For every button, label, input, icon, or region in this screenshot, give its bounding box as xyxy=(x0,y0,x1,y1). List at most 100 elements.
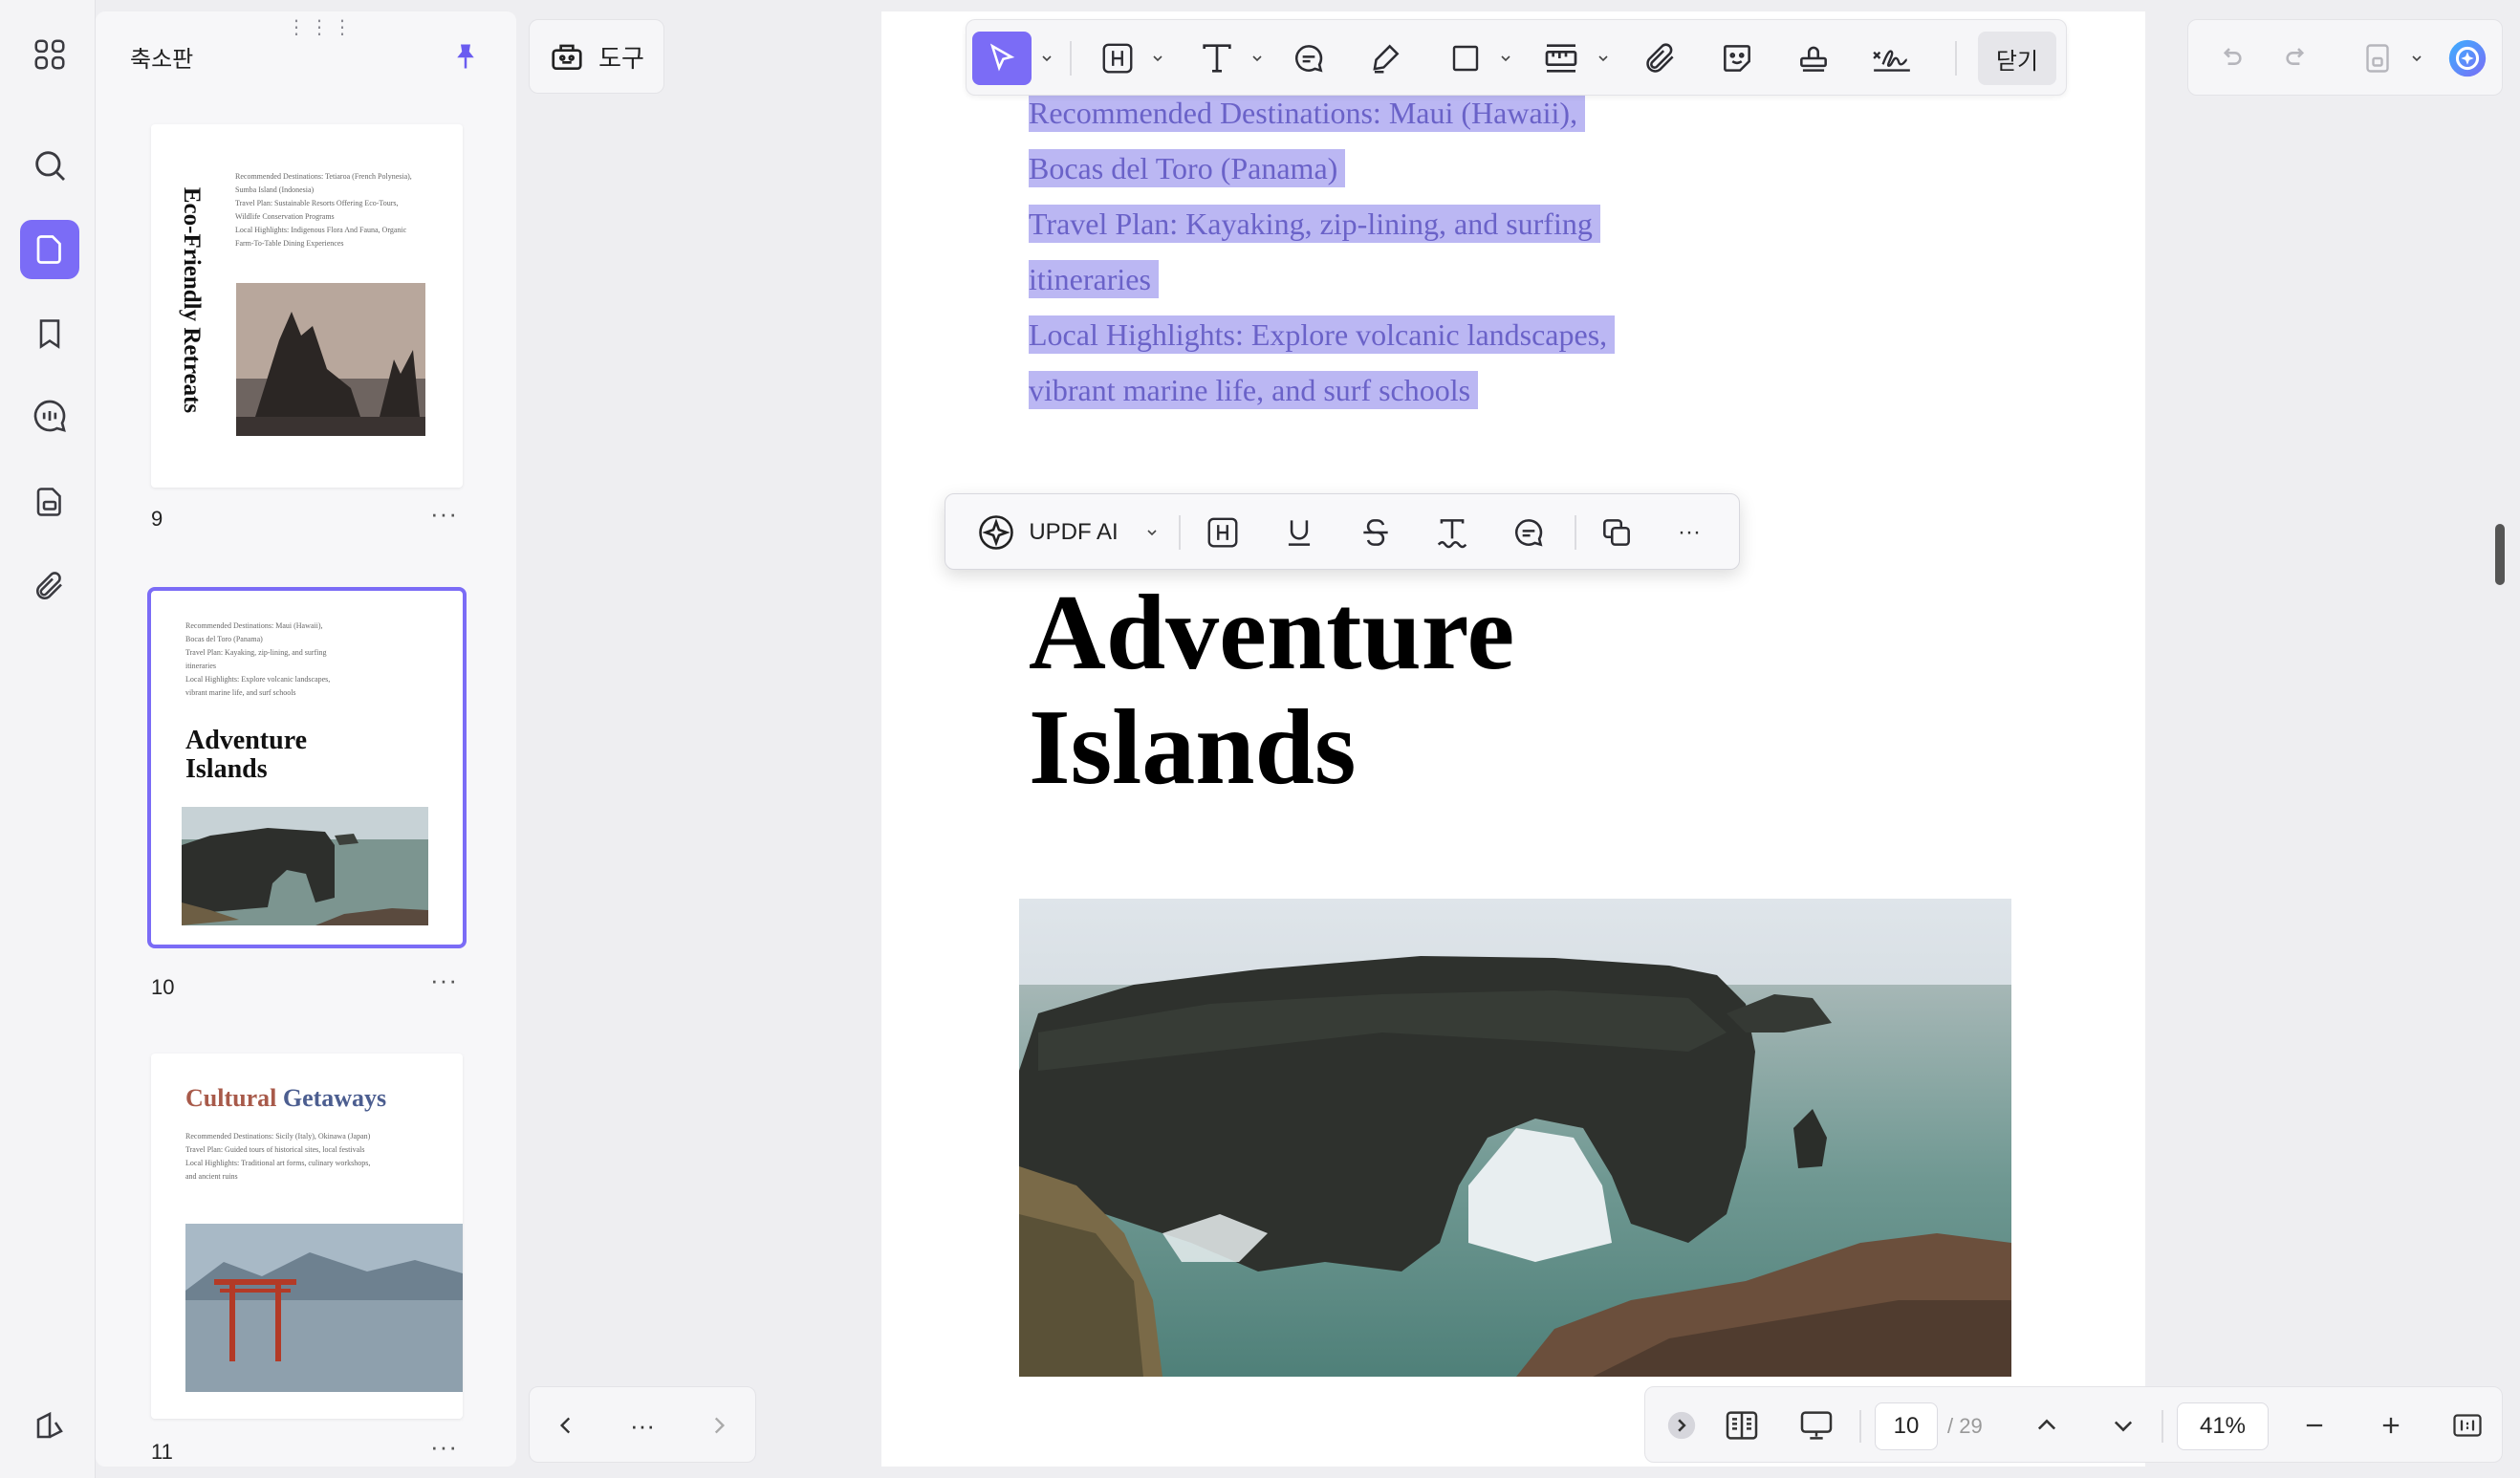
selected-text-line[interactable]: vibrant marine life, and surf schools xyxy=(1029,371,1479,409)
actual-size-icon xyxy=(2450,1408,2485,1443)
page-number: 11 xyxy=(151,1440,173,1464)
strikethrough-button[interactable] xyxy=(1349,506,1402,559)
divider xyxy=(2162,1410,2163,1443)
tools-button[interactable]: 도구 xyxy=(529,19,664,94)
undo-button[interactable] xyxy=(2200,32,2259,85)
sea-arch-image[interactable] xyxy=(1019,899,2011,1377)
stamp-tool-button[interactable] xyxy=(1787,32,1840,85)
signature-icon xyxy=(1871,39,1913,77)
divider xyxy=(1070,41,1072,76)
cursor-icon xyxy=(986,42,1018,75)
text-tool-button[interactable] xyxy=(1190,32,1244,85)
more-options-button[interactable]: ··· xyxy=(1662,506,1716,559)
presentation-icon xyxy=(1796,1406,1836,1445)
ai-sparkle-icon xyxy=(975,511,1017,554)
actual-size-button[interactable] xyxy=(2441,1399,2494,1452)
stamp-icon xyxy=(1795,40,1832,76)
zoom-in-button[interactable] xyxy=(2364,1399,2418,1452)
underline-button[interactable] xyxy=(1272,506,1326,559)
ruler-icon xyxy=(1542,39,1580,77)
chevron-down-icon xyxy=(1498,51,1513,66)
pin-icon[interactable] xyxy=(451,40,480,73)
heading-line-2[interactable]: Islands xyxy=(1029,690,1356,805)
page-number: 9 xyxy=(151,507,163,531)
ai-dropdown[interactable] xyxy=(1137,506,1167,559)
select-tool-button[interactable] xyxy=(972,32,1032,85)
thumbnail-page-10[interactable]: Recommended Destinations: Maui (Hawaii),… xyxy=(147,587,467,948)
selected-text-line[interactable]: itineraries xyxy=(1029,260,1159,298)
torii-gate-photo xyxy=(185,1224,463,1392)
selected-text-line[interactable]: Local Highlights: Explore volcanic lands… xyxy=(1029,315,1616,354)
comment-tool-button[interactable] xyxy=(1282,32,1336,85)
heading-line-1[interactable]: Adventure xyxy=(1029,576,1514,690)
next-page-button[interactable] xyxy=(2096,1399,2150,1452)
vertical-scrollbar[interactable] xyxy=(2495,524,2505,585)
selected-text-line[interactable]: Bocas del Toro (Panama) xyxy=(1029,149,1346,187)
signature-tool-button[interactable] xyxy=(1863,32,1921,85)
more-button[interactable]: ··· xyxy=(616,1399,669,1452)
attachments-panel-icon[interactable] xyxy=(20,472,79,532)
divider xyxy=(1575,515,1576,550)
shape-tool-dropdown[interactable] xyxy=(1494,32,1517,85)
bookmark-icon[interactable] xyxy=(20,304,79,363)
previous-page-button[interactable] xyxy=(2020,1399,2074,1452)
ai-assistant-button[interactable] xyxy=(2441,32,2494,85)
sea-arch-photo xyxy=(182,807,428,925)
ai-label: UPDF AI xyxy=(1029,519,1119,545)
text-tool-dropdown[interactable] xyxy=(1246,32,1269,85)
underline-icon xyxy=(1281,514,1317,551)
ai-logo-icon xyxy=(2445,36,2489,80)
search-icon[interactable] xyxy=(20,136,79,195)
presentation-button[interactable] xyxy=(1787,1399,1846,1452)
thumbnail-page-11[interactable]: Cultural Getaways Recommended Destinatio… xyxy=(151,1054,463,1419)
rectangle-icon xyxy=(1448,41,1483,76)
measure-tool-button[interactable] xyxy=(1534,32,1588,85)
thumbnails-icon[interactable] xyxy=(20,220,79,279)
highlight-button[interactable] xyxy=(1196,506,1249,559)
sticker-tool-button[interactable] xyxy=(1710,32,1764,85)
select-tool-dropdown[interactable] xyxy=(1035,32,1058,85)
highlight-tool-button[interactable] xyxy=(1091,32,1144,85)
selected-text-line[interactable]: Recommended Destinations: Maui (Hawaii), xyxy=(1029,94,1586,132)
previous-button[interactable] xyxy=(539,1399,593,1452)
comment-icon xyxy=(1510,514,1547,551)
page-number: 10 xyxy=(151,975,175,999)
pencil-tool-button[interactable] xyxy=(1358,32,1412,85)
chevron-down-icon xyxy=(1144,525,1160,540)
save-button[interactable] xyxy=(2349,32,2406,85)
page-11-more-button[interactable]: ··· xyxy=(430,1432,458,1462)
updf-ai-button[interactable]: UPDF AI xyxy=(963,506,1131,559)
layers-icon[interactable] xyxy=(20,1396,79,1455)
squiggly-button[interactable] xyxy=(1425,506,1479,559)
attach-file-button[interactable] xyxy=(1634,32,1687,85)
redo-button[interactable] xyxy=(2269,32,2328,85)
shape-tool-button[interactable] xyxy=(1439,32,1492,85)
chevron-down-icon xyxy=(2110,1412,2137,1439)
expand-button[interactable] xyxy=(1655,1399,1708,1452)
apps-grid-icon[interactable] xyxy=(20,25,79,84)
next-button[interactable] xyxy=(692,1399,746,1452)
current-page-input[interactable]: 10 xyxy=(1875,1402,1938,1450)
zoom-level[interactable]: 41% xyxy=(2177,1402,2269,1450)
canvas-gutter xyxy=(528,0,881,1478)
chevron-left-icon xyxy=(554,1413,578,1438)
add-comment-button[interactable] xyxy=(1502,506,1555,559)
selected-text-line[interactable]: Travel Plan: Kayaking, zip-lining, and s… xyxy=(1029,205,1600,243)
zoom-out-button[interactable] xyxy=(2288,1399,2341,1452)
page-9-more-button[interactable]: ··· xyxy=(430,499,458,529)
thumbnail-page-9[interactable]: Eco-Friendly Retreats Recommended Destin… xyxy=(151,124,463,488)
copy-button[interactable] xyxy=(1590,506,1643,559)
drag-grip-icon[interactable]: ⋮⋮⋮ xyxy=(287,15,356,39)
save-dropdown[interactable] xyxy=(2404,32,2429,85)
comments-icon[interactable] xyxy=(20,386,79,446)
page-10-more-button[interactable]: ··· xyxy=(430,966,458,995)
book-view-icon xyxy=(1723,1406,1761,1445)
paperclip-icon[interactable] xyxy=(20,556,79,616)
measure-tool-dropdown[interactable] xyxy=(1592,32,1615,85)
divider xyxy=(1179,515,1181,550)
thumbnail-panel: ⋮⋮⋮ 축소판 Eco-Friendly Retreats Recommende… xyxy=(96,11,516,1467)
page-layout-button[interactable] xyxy=(1712,1399,1771,1452)
highlight-tool-dropdown[interactable] xyxy=(1146,32,1169,85)
close-toolbar-button[interactable]: 닫기 xyxy=(1978,32,2056,85)
history-toolbar xyxy=(2187,19,2503,96)
